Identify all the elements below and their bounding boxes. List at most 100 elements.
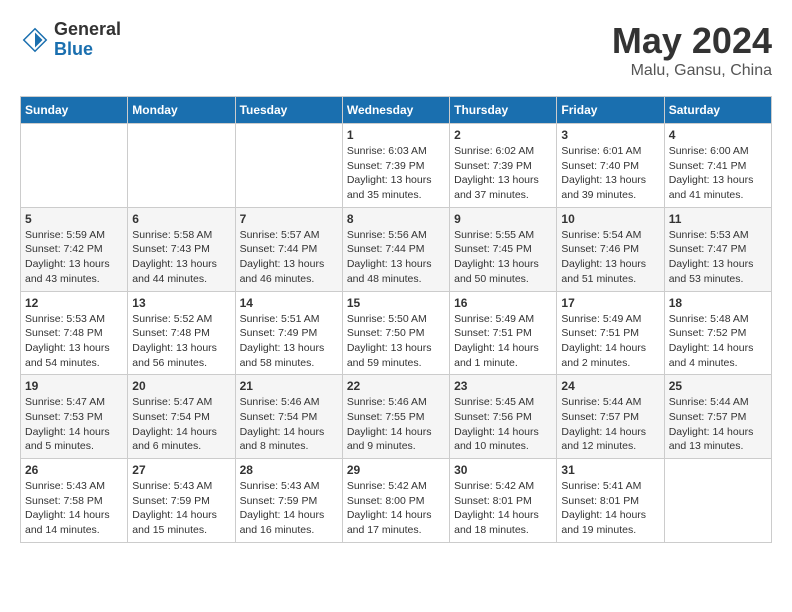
- day-info: Sunrise: 5:56 AMSunset: 7:44 PMDaylight:…: [347, 228, 445, 287]
- day-number: 18: [669, 296, 767, 310]
- day-info: Sunrise: 5:53 AMSunset: 7:48 PMDaylight:…: [25, 312, 123, 371]
- calendar-cell: 27 Sunrise: 5:43 AMSunset: 7:59 PMDayligh…: [128, 459, 235, 543]
- day-info: Sunrise: 5:46 AMSunset: 7:54 PMDaylight:…: [240, 395, 338, 454]
- calendar-cell: 8 Sunrise: 5:56 AMSunset: 7:44 PMDaylight…: [342, 207, 449, 291]
- day-info: Sunrise: 5:57 AMSunset: 7:44 PMDaylight:…: [240, 228, 338, 287]
- day-info: Sunrise: 5:43 AMSunset: 7:59 PMDaylight:…: [132, 479, 230, 538]
- day-info: Sunrise: 5:49 AMSunset: 7:51 PMDaylight:…: [454, 312, 552, 371]
- day-number: 17: [561, 296, 659, 310]
- day-info: Sunrise: 5:44 AMSunset: 7:57 PMDaylight:…: [561, 395, 659, 454]
- day-info: Sunrise: 5:59 AMSunset: 7:42 PMDaylight:…: [25, 228, 123, 287]
- day-number: 3: [561, 128, 659, 142]
- day-info: Sunrise: 6:03 AMSunset: 7:39 PMDaylight:…: [347, 144, 445, 203]
- calendar-week-row: 1 Sunrise: 6:03 AMSunset: 7:39 PMDaylight…: [21, 124, 772, 208]
- calendar-week-row: 5 Sunrise: 5:59 AMSunset: 7:42 PMDaylight…: [21, 207, 772, 291]
- day-number: 9: [454, 212, 552, 226]
- weekday-header: Thursday: [450, 97, 557, 124]
- calendar-cell: 9 Sunrise: 5:55 AMSunset: 7:45 PMDaylight…: [450, 207, 557, 291]
- calendar-cell: 23 Sunrise: 5:45 AMSunset: 7:56 PMDayligh…: [450, 375, 557, 459]
- calendar-cell: 21Sunrise: 5:46 AMSunset: 7:54 PMDayligh…: [235, 375, 342, 459]
- location-subtitle: Malu, Gansu, China: [612, 62, 772, 80]
- day-number: 29: [347, 463, 445, 477]
- day-info: Sunrise: 6:02 AMSunset: 7:39 PMDaylight:…: [454, 144, 552, 203]
- weekday-header: Friday: [557, 97, 664, 124]
- day-number: 20: [132, 379, 230, 393]
- day-info: Sunrise: 5:51 AMSunset: 7:49 PMDaylight:…: [240, 312, 338, 371]
- calendar-week-row: 26Sunrise: 5:43 AMSunset: 7:58 PMDayligh…: [21, 459, 772, 543]
- day-number: 27: [132, 463, 230, 477]
- calendar-cell: 10Sunrise: 5:54 AMSunset: 7:46 PMDayligh…: [557, 207, 664, 291]
- weekday-header: Saturday: [664, 97, 771, 124]
- calendar-cell: 29 Sunrise: 5:42 AMSunset: 8:00 PMDayligh…: [342, 459, 449, 543]
- day-number: 26: [25, 463, 123, 477]
- calendar-week-row: 19 Sunrise: 5:47 AMSunset: 7:53 PMDayligh…: [21, 375, 772, 459]
- day-info: Sunrise: 6:01 AMSunset: 7:40 PMDaylight:…: [561, 144, 659, 203]
- calendar-cell: 3 Sunrise: 6:01 AMSunset: 7:40 PMDaylight…: [557, 124, 664, 208]
- day-number: 5: [25, 212, 123, 226]
- title-block: May 2024 Malu, Gansu, China: [612, 20, 772, 80]
- calendar-cell: [664, 459, 771, 543]
- calendar-cell: 2 Sunrise: 6:02 AMSunset: 7:39 PMDaylight…: [450, 124, 557, 208]
- day-number: 7: [240, 212, 338, 226]
- day-info: Sunrise: 5:47 AMSunset: 7:54 PMDaylight:…: [132, 395, 230, 454]
- month-year-title: May 2024: [612, 20, 772, 62]
- calendar-table: SundayMondayTuesdayWednesdayThursdayFrid…: [20, 96, 772, 543]
- day-number: 8: [347, 212, 445, 226]
- page-header: General Blue May 2024 Malu, Gansu, China: [20, 20, 772, 80]
- calendar-cell: 14Sunrise: 5:51 AMSunset: 7:49 PMDayligh…: [235, 291, 342, 375]
- day-number: 15: [347, 296, 445, 310]
- calendar-cell: 16 Sunrise: 5:49 AMSunset: 7:51 PMDayligh…: [450, 291, 557, 375]
- day-info: Sunrise: 5:48 AMSunset: 7:52 PMDaylight:…: [669, 312, 767, 371]
- calendar-cell: 18 Sunrise: 5:48 AMSunset: 7:52 PMDayligh…: [664, 291, 771, 375]
- day-number: 25: [669, 379, 767, 393]
- calendar-cell: 24 Sunrise: 5:44 AMSunset: 7:57 PMDayligh…: [557, 375, 664, 459]
- day-number: 28: [240, 463, 338, 477]
- day-info: Sunrise: 5:44 AMSunset: 7:57 PMDaylight:…: [669, 395, 767, 454]
- day-number: 2: [454, 128, 552, 142]
- calendar-cell: 15Sunrise: 5:50 AMSunset: 7:50 PMDayligh…: [342, 291, 449, 375]
- weekday-header: Tuesday: [235, 97, 342, 124]
- calendar-week-row: 12 Sunrise: 5:53 AMSunset: 7:48 PMDayligh…: [21, 291, 772, 375]
- calendar-cell: 22Sunrise: 5:46 AMSunset: 7:55 PMDayligh…: [342, 375, 449, 459]
- day-info: Sunrise: 5:53 AMSunset: 7:47 PMDaylight:…: [669, 228, 767, 287]
- calendar-cell: 25 Sunrise: 5:44 AMSunset: 7:57 PMDayligh…: [664, 375, 771, 459]
- day-number: 1: [347, 128, 445, 142]
- calendar-cell: [235, 124, 342, 208]
- day-info: Sunrise: 5:45 AMSunset: 7:56 PMDaylight:…: [454, 395, 552, 454]
- calendar-cell: 30 Sunrise: 5:42 AMSunset: 8:01 PMDayligh…: [450, 459, 557, 543]
- day-number: 16: [454, 296, 552, 310]
- day-number: 22: [347, 379, 445, 393]
- logo-text: General Blue: [54, 20, 121, 60]
- day-info: Sunrise: 5:41 AMSunset: 8:01 PMDaylight:…: [561, 479, 659, 538]
- calendar-cell: 28 Sunrise: 5:43 AMSunset: 7:59 PMDayligh…: [235, 459, 342, 543]
- day-info: Sunrise: 5:54 AMSunset: 7:46 PMDaylight:…: [561, 228, 659, 287]
- day-number: 23: [454, 379, 552, 393]
- weekday-header: Wednesday: [342, 97, 449, 124]
- calendar-cell: 1 Sunrise: 6:03 AMSunset: 7:39 PMDaylight…: [342, 124, 449, 208]
- day-info: Sunrise: 5:55 AMSunset: 7:45 PMDaylight:…: [454, 228, 552, 287]
- day-info: Sunrise: 5:49 AMSunset: 7:51 PMDaylight:…: [561, 312, 659, 371]
- weekday-header: Sunday: [21, 97, 128, 124]
- calendar-cell: 13Sunrise: 5:52 AMSunset: 7:48 PMDayligh…: [128, 291, 235, 375]
- calendar-cell: 19 Sunrise: 5:47 AMSunset: 7:53 PMDayligh…: [21, 375, 128, 459]
- day-info: Sunrise: 5:47 AMSunset: 7:53 PMDaylight:…: [25, 395, 123, 454]
- day-number: 19: [25, 379, 123, 393]
- day-number: 11: [669, 212, 767, 226]
- day-info: Sunrise: 5:42 AMSunset: 8:01 PMDaylight:…: [454, 479, 552, 538]
- day-number: 30: [454, 463, 552, 477]
- calendar-cell: 6 Sunrise: 5:58 AMSunset: 7:43 PMDaylight…: [128, 207, 235, 291]
- day-number: 12: [25, 296, 123, 310]
- logo-icon: [20, 25, 50, 55]
- calendar-header-row: SundayMondayTuesdayWednesdayThursdayFrid…: [21, 97, 772, 124]
- day-number: 6: [132, 212, 230, 226]
- day-info: Sunrise: 5:43 AMSunset: 7:59 PMDaylight:…: [240, 479, 338, 538]
- calendar-cell: 11 Sunrise: 5:53 AMSunset: 7:47 PMDayligh…: [664, 207, 771, 291]
- weekday-header: Monday: [128, 97, 235, 124]
- calendar-cell: 5 Sunrise: 5:59 AMSunset: 7:42 PMDaylight…: [21, 207, 128, 291]
- day-number: 24: [561, 379, 659, 393]
- calendar-cell: 20 Sunrise: 5:47 AMSunset: 7:54 PMDayligh…: [128, 375, 235, 459]
- day-info: Sunrise: 5:42 AMSunset: 8:00 PMDaylight:…: [347, 479, 445, 538]
- calendar-cell: 12 Sunrise: 5:53 AMSunset: 7:48 PMDayligh…: [21, 291, 128, 375]
- day-info: Sunrise: 5:58 AMSunset: 7:43 PMDaylight:…: [132, 228, 230, 287]
- logo-blue: Blue: [54, 40, 121, 60]
